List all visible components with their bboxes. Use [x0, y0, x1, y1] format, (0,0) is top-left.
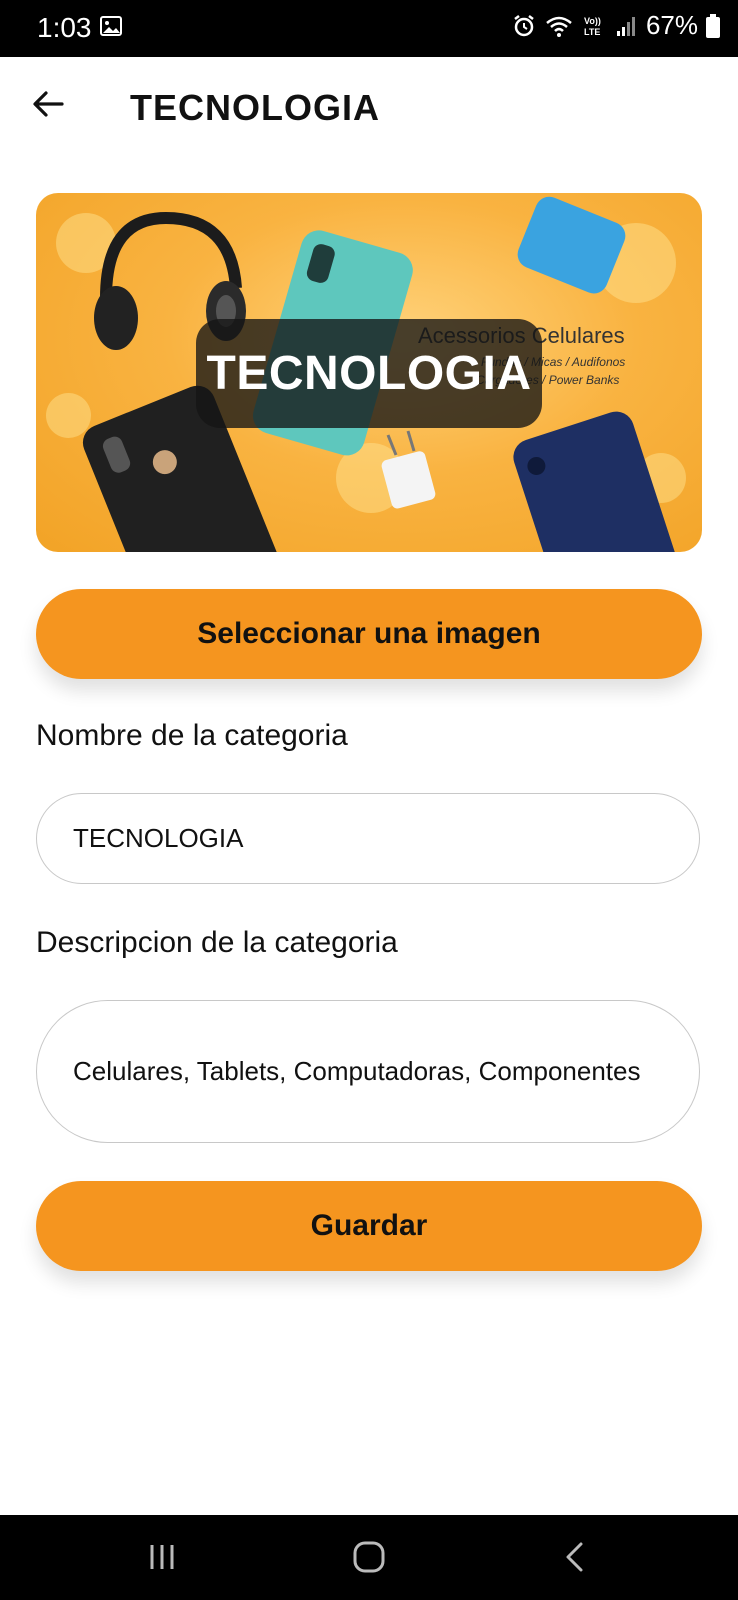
category-description-value: Celulares, Tablets, Computadoras, Compon…	[73, 1056, 641, 1086]
gallery-icon	[100, 16, 122, 36]
status-right: Vo)) LTE 67%	[512, 10, 720, 41]
name-field-label: Nombre de la categoria	[36, 719, 348, 752]
home-button[interactable]	[347, 1537, 391, 1577]
charger-illustration	[381, 430, 436, 509]
description-field-label: Descripcion de la categoria	[36, 926, 398, 959]
back-button[interactable]	[26, 82, 70, 126]
banner-overlay: TECNOLOGIA	[196, 319, 542, 428]
status-bar: 1:03 Vo)) LTE 67%	[0, 0, 738, 57]
back-nav-icon	[566, 1542, 583, 1572]
alarm-icon	[514, 14, 534, 36]
app-bar: TECNOLOGIA	[0, 57, 738, 167]
arrow-left-icon	[33, 91, 64, 117]
system-nav-bar	[0, 1515, 738, 1600]
svg-text:LTE: LTE	[584, 27, 600, 37]
category-image: Acessorios Celulares Fundas / Micas / Au…	[36, 193, 702, 552]
recent-apps-button[interactable]	[140, 1537, 184, 1577]
category-name-value: TECNOLOGIA	[73, 823, 244, 853]
battery-icon	[706, 13, 720, 38]
status-time: 1:03	[37, 12, 92, 43]
recent-apps-icon	[150, 1545, 174, 1569]
banner-overlay-text: TECNOLOGIA	[206, 347, 532, 400]
volte-icon: Vo)) LTE	[584, 16, 601, 37]
blue-phone-illustration	[513, 411, 682, 552]
back-nav-button[interactable]	[553, 1537, 597, 1577]
category-description-input[interactable]: Celulares, Tablets, Computadoras, Compon…	[36, 1000, 700, 1143]
select-image-button[interactable]: Seleccionar una imagen	[36, 589, 702, 679]
power-bank-illustration	[517, 196, 626, 294]
save-button[interactable]: Guardar	[36, 1181, 702, 1271]
home-icon	[353, 1541, 385, 1573]
svg-text:Vo)): Vo))	[584, 16, 601, 26]
wifi-icon	[546, 16, 572, 37]
signal-icon	[616, 16, 635, 36]
category-name-input[interactable]: TECNOLOGIA	[36, 793, 700, 884]
page-title: TECNOLOGIA	[130, 87, 380, 128]
battery-percent: 67%	[645, 10, 698, 40]
